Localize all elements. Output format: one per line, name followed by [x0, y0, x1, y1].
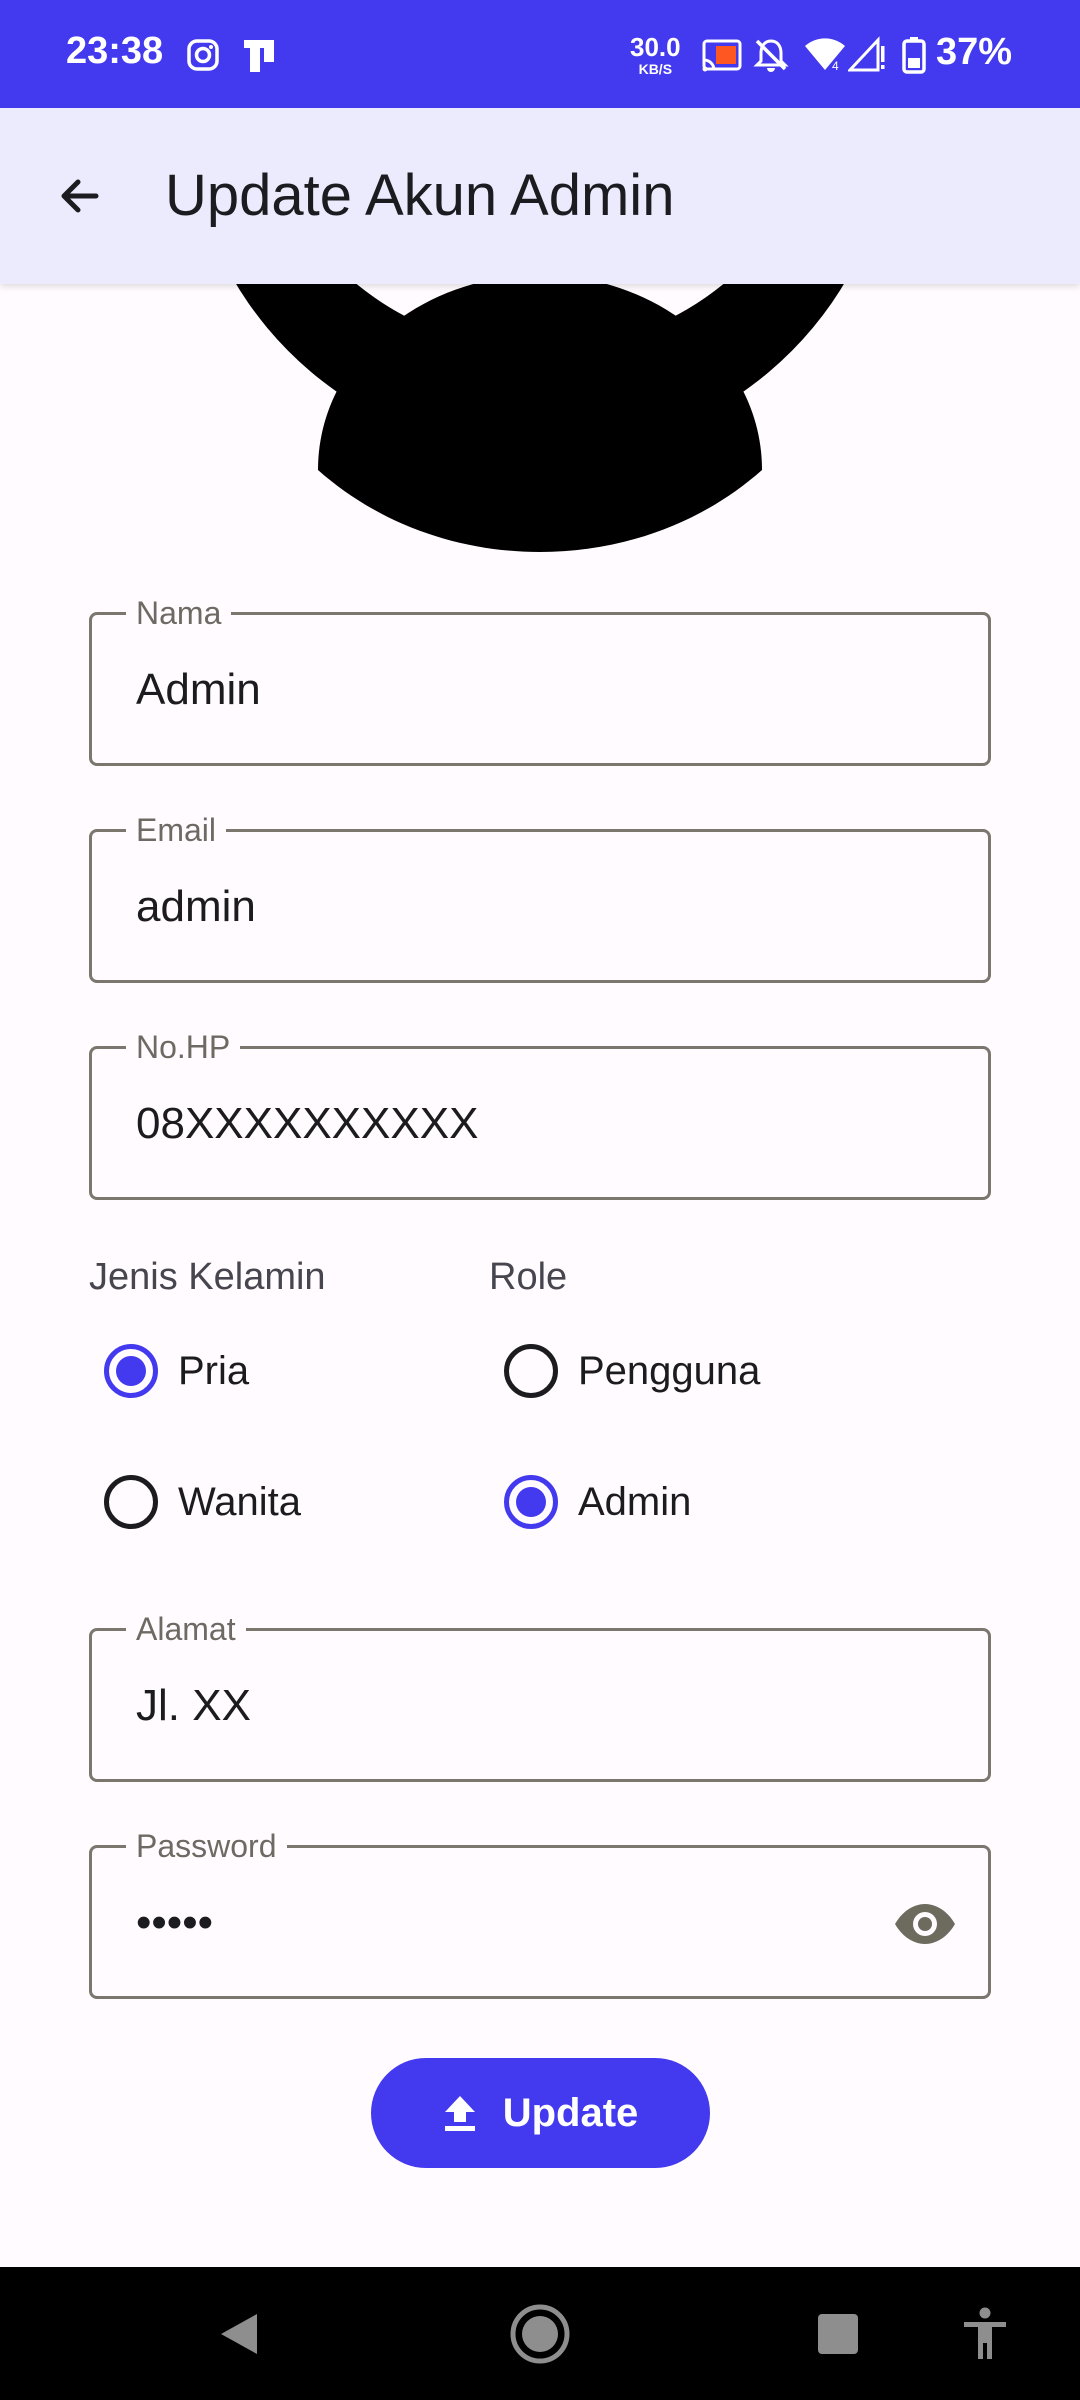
nama-field[interactable]: Nama Admin [89, 595, 991, 766]
instagram-icon [186, 38, 220, 77]
status-time: 23:38 [66, 30, 164, 72]
phone-field[interactable]: No.HP 08XXXXXXXXXX [89, 1029, 991, 1200]
phone-value[interactable]: 08XXXXXXXXXX [136, 1097, 478, 1151]
nav-back-button[interactable] [196, 2291, 282, 2377]
email-label: Email [126, 812, 227, 848]
update-button[interactable]: Update [371, 2058, 710, 2168]
gender-radio-pria[interactable]: Pria [104, 1331, 249, 1411]
radio-unchecked-icon [504, 1344, 558, 1398]
status-bar: 23:38 30.0 KB/S 4 37% [0, 0, 1080, 108]
app-bar: Update Akun Admin [0, 108, 1080, 284]
nav-home-button[interactable] [497, 2291, 583, 2377]
radio-unchecked-icon [104, 1475, 158, 1529]
eye-icon [895, 1904, 955, 1944]
password-label: Password [126, 1828, 287, 1864]
battery-percentage: 37% [936, 31, 1013, 73]
home-circle-icon [510, 2304, 570, 2364]
radio-checked-icon [504, 1475, 558, 1529]
role-group-label: Role [489, 1256, 568, 1298]
network-speed: 30.0 KB/S [630, 32, 681, 77]
role-radio-pengguna[interactable]: Pengguna [504, 1331, 760, 1411]
alamat-value[interactable]: Jl. XX [136, 1679, 251, 1733]
gender-option-label: Pria [178, 1348, 250, 1393]
password-field[interactable]: Password ••••• [89, 1828, 991, 1999]
nama-value[interactable]: Admin [136, 663, 261, 717]
gender-group-label: Jenis Kelamin [89, 1256, 326, 1298]
back-triangle-icon [221, 2314, 257, 2354]
role-option-label: Pengguna [578, 1348, 761, 1393]
radio-checked-icon [104, 1344, 158, 1398]
accessibility-icon [964, 2307, 1006, 2359]
page-title: Update Akun Admin [165, 163, 675, 228]
alamat-field[interactable]: Alamat Jl. XX [89, 1611, 991, 1782]
cast-icon [700, 38, 744, 79]
back-button[interactable] [40, 156, 120, 236]
update-button-label: Update [502, 2090, 639, 2135]
nav-recents-button[interactable] [795, 2291, 881, 2377]
phone-label: No.HP [126, 1029, 241, 1065]
svg-text:4: 4 [832, 59, 839, 72]
email-value[interactable]: admin [136, 880, 256, 934]
upload-icon [444, 2096, 475, 2131]
wifi-icon: 4 [804, 36, 846, 77]
role-option-label: Admin [578, 1479, 692, 1524]
recents-square-icon [818, 2314, 858, 2354]
nama-label: Nama [126, 595, 232, 631]
email-field[interactable]: Email admin [89, 812, 991, 983]
system-nav-bar [0, 2267, 1080, 2400]
gender-option-label: Wanita [178, 1479, 302, 1524]
bell-off-icon [752, 36, 790, 79]
nav-accessibility-button[interactable] [942, 2291, 1028, 2377]
battery-icon [902, 36, 926, 79]
password-value[interactable]: ••••• [136, 1896, 213, 1950]
notification-app-icon [240, 36, 280, 79]
arrow-back-icon [61, 179, 99, 213]
cellular-signal-icon [846, 36, 886, 77]
password-visibility-toggle[interactable] [892, 1894, 958, 1954]
role-radio-admin[interactable]: Admin [504, 1462, 691, 1542]
gender-radio-wanita[interactable]: Wanita [104, 1462, 301, 1542]
alamat-label: Alamat [126, 1611, 246, 1647]
